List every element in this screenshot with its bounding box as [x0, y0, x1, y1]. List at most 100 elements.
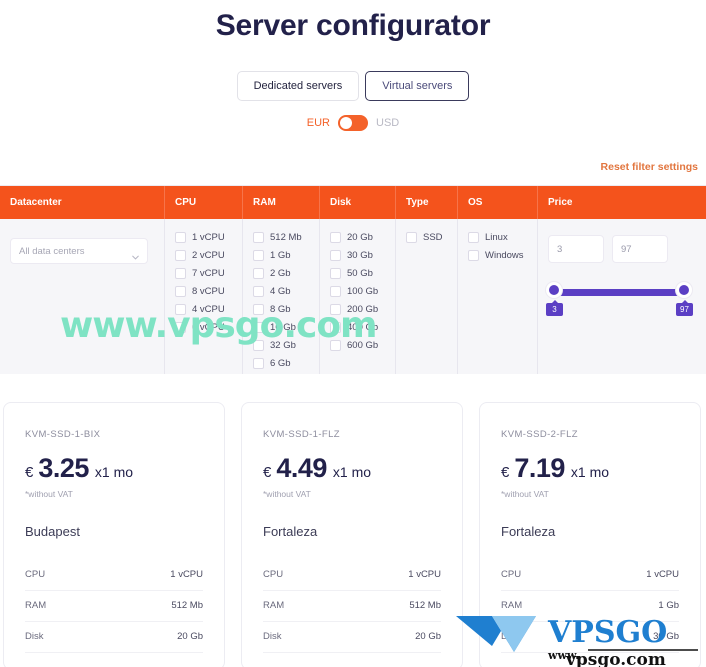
checkbox-icon[interactable]: [175, 286, 186, 297]
datacenter-select-value: All data centers: [19, 245, 85, 257]
ram-option-label: 1 Gb: [270, 250, 291, 261]
server-card[interactable]: KVM-SSD-1-FLZ €4.49 x1 mo *without VAT Forta…: [241, 402, 463, 667]
card-city: Budapest: [25, 524, 80, 539]
checkbox-icon[interactable]: [330, 268, 341, 279]
cpu-option-row[interactable]: 4 vCPU: [175, 303, 232, 316]
server-card[interactable]: KVM-SSD-2-FLZ €7.19 x1 mo *without VAT Forta…: [479, 402, 701, 667]
ram-option-row[interactable]: 32 Gb: [253, 339, 309, 352]
chevron-down-icon: [132, 248, 139, 260]
checkbox-icon[interactable]: [175, 232, 186, 243]
filter-header-os: OS: [458, 186, 538, 219]
checkbox-icon[interactable]: [330, 340, 341, 351]
checkbox-icon[interactable]: [253, 268, 264, 279]
ram-option-row[interactable]: 1 Gb: [253, 249, 309, 262]
checkbox-icon[interactable]: [330, 304, 341, 315]
type-option-row[interactable]: SSD: [406, 231, 447, 244]
checkbox-icon[interactable]: [330, 250, 341, 261]
ram-option-row[interactable]: 16 Gb: [253, 321, 309, 334]
card-spec-row: CPU 1 vCPU: [263, 560, 441, 591]
checkbox-icon[interactable]: [175, 250, 186, 261]
checkbox-icon[interactable]: [175, 268, 186, 279]
ram-option-label: 4 Gb: [270, 286, 291, 297]
checkbox-icon[interactable]: [253, 250, 264, 261]
card-price-amount: 7.19: [514, 453, 565, 483]
ram-option-row[interactable]: 8 Gb: [253, 303, 309, 316]
filter-cell-datacenter: All data centers: [0, 219, 165, 374]
card-spec-label: RAM: [501, 600, 523, 611]
disk-option-row[interactable]: 30 Gb: [330, 249, 385, 262]
slider-handle-max[interactable]: [676, 282, 692, 298]
cpu-option-row[interactable]: 8 vCPU: [175, 285, 232, 298]
card-spec-label: Disk: [25, 631, 44, 642]
checkbox-icon[interactable]: [406, 232, 417, 243]
checkbox-icon[interactable]: [175, 322, 186, 333]
cpu-option-row[interactable]: 1 vCPU: [175, 231, 232, 244]
page-root: Server configurator Dedicated servers Vi…: [0, 0, 706, 667]
cpu-option-row[interactable]: 7 vCPU: [175, 267, 232, 280]
checkbox-icon[interactable]: [330, 286, 341, 297]
checkbox-icon[interactable]: [253, 358, 264, 369]
checkbox-icon[interactable]: [330, 322, 341, 333]
slider-handle-min[interactable]: [546, 282, 562, 298]
os-option-row[interactable]: Windows: [468, 249, 527, 262]
price-max-input[interactable]: [612, 235, 668, 263]
checkbox-icon[interactable]: [253, 304, 264, 315]
card-price: €4.49 x1 mo: [263, 453, 441, 484]
datacenter-select[interactable]: All data centers: [10, 238, 148, 264]
toggle-knob: [340, 117, 352, 129]
checkbox-icon[interactable]: [468, 232, 479, 243]
currency-switcher: EUR USD: [0, 115, 706, 131]
card-spec-list: CPU 1 vCPU RAM 1 Gb Disk 30 Gb: [501, 560, 679, 653]
checkbox-icon[interactable]: [253, 286, 264, 297]
disk-option-row[interactable]: 100 Gb: [330, 285, 385, 298]
ram-option-label: 16 Gb: [270, 322, 296, 333]
checkbox-icon[interactable]: [253, 232, 264, 243]
disk-option-label: 20 Gb: [347, 232, 373, 243]
disk-option-row[interactable]: 600 Gb: [330, 339, 385, 352]
type-option-label: SSD: [423, 232, 443, 243]
tab-dedicated-servers[interactable]: Dedicated servers: [236, 71, 360, 101]
price-min-input[interactable]: [548, 235, 604, 263]
card-spec-row: Disk 20 Gb: [263, 622, 441, 653]
filter-header-cpu: CPU: [165, 186, 243, 219]
checkbox-icon[interactable]: [253, 340, 264, 351]
os-option-label: Windows: [485, 250, 524, 261]
ram-option-row[interactable]: 2 Gb: [253, 267, 309, 280]
cpu-option-label: 8 vCPU: [192, 286, 225, 297]
disk-option-row[interactable]: 200 Gb: [330, 303, 385, 316]
disk-option-label: 600 Gb: [347, 340, 379, 351]
cpu-option-row[interactable]: 2 vCPU: [175, 249, 232, 262]
checkbox-icon[interactable]: [468, 250, 479, 261]
currency-label-usd[interactable]: USD: [376, 117, 399, 129]
ram-option-row[interactable]: 512 Mb: [253, 231, 309, 244]
disk-option-row[interactable]: 400 Gb: [330, 321, 385, 334]
card-spec-label: Disk: [501, 631, 520, 642]
ram-option-label: 8 Gb: [270, 304, 291, 315]
filter-cell-cpu: 1 vCPU 2 vCPU 7 vCPU 8 vCPU 4 vCPU 6 vCPU: [165, 219, 243, 374]
os-option-row[interactable]: Linux: [468, 231, 527, 244]
ram-option-label: 2 Gb: [270, 268, 291, 279]
checkbox-icon[interactable]: [175, 304, 186, 315]
cpu-options-list: 1 vCPU 2 vCPU 7 vCPU 8 vCPU 4 vCPU 6 vCPU: [175, 231, 232, 334]
card-price-amount: 3.25: [38, 453, 89, 483]
currency-toggle[interactable]: [338, 115, 368, 131]
card-price-period: x1 mo: [332, 464, 372, 480]
card-spec-row: RAM 512 Mb: [263, 591, 441, 622]
card-code: KVM-SSD-2-FLZ: [501, 429, 578, 440]
tab-virtual-servers[interactable]: Virtual servers: [365, 71, 470, 101]
checkbox-icon[interactable]: [253, 322, 264, 333]
price-range-slider[interactable]: 3 97: [546, 282, 693, 321]
card-spec-value: 512 Mb: [171, 600, 203, 611]
reset-filter-settings-link[interactable]: Reset filter settings: [601, 161, 698, 173]
currency-label-eur[interactable]: EUR: [307, 117, 330, 129]
checkbox-icon[interactable]: [330, 232, 341, 243]
card-code: KVM-SSD-1-FLZ: [263, 429, 340, 440]
os-options-list: Linux Windows: [468, 231, 527, 262]
filter-cell-price: 3 97: [538, 219, 706, 374]
cpu-option-row[interactable]: 6 vCPU: [175, 321, 232, 334]
ram-option-row[interactable]: 4 Gb: [253, 285, 309, 298]
disk-option-row[interactable]: 50 Gb: [330, 267, 385, 280]
disk-option-row[interactable]: 20 Gb: [330, 231, 385, 244]
server-card[interactable]: KVM-SSD-1-BIX €3.25 x1 mo *without VAT Budap…: [3, 402, 225, 667]
ram-option-row[interactable]: 6 Gb: [253, 357, 309, 370]
